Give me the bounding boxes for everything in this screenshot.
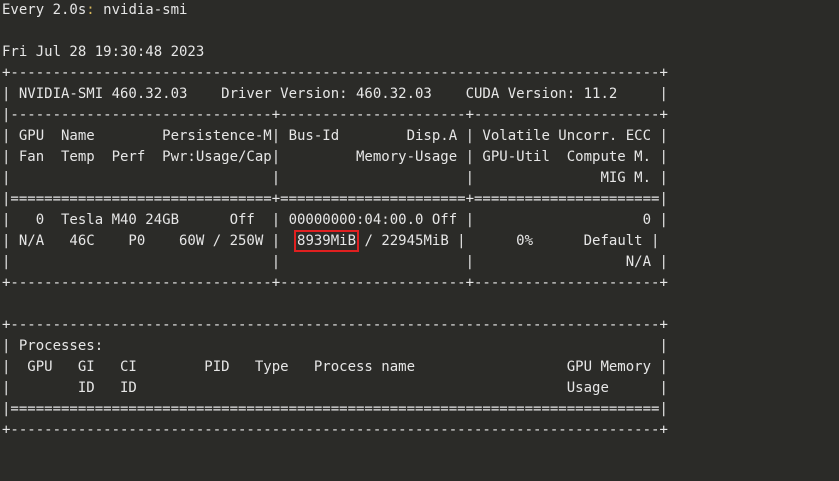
table-double-separator: |===============================+=======… — [2, 191, 668, 207]
watch-command: nvidia-smi — [94, 2, 188, 18]
column-header-1: | GPU Name Persistence-M| Bus-Id Disp.A … — [2, 128, 668, 144]
timestamp: Fri Jul 28 19:30:48 2023 — [2, 44, 205, 60]
gpu-row-2-prefix: | N/A 46C P0 60W / 250W | — [2, 233, 298, 249]
gpu-row-2-suffix: / 22945MiB | 0% Default | — [356, 233, 660, 249]
processes-border-bottom: +---------------------------------------… — [2, 422, 668, 438]
watch-header: Every 2.0s: nvidia-smi — [2, 0, 837, 21]
processes-border-top: +---------------------------------------… — [2, 317, 668, 333]
processes-header-2: | ID ID Usage | — [2, 380, 668, 396]
gpu-row-3: | | | N/A | — [2, 254, 668, 270]
table-separator: |-------------------------------+-------… — [2, 107, 668, 123]
processes-double-separator: |=======================================… — [2, 401, 668, 417]
column-header-2: | Fan Temp Perf Pwr:Usage/Cap| Memory-Us… — [2, 149, 668, 165]
gpu-row-1: | 0 Tesla M40 24GB Off | 00000000:04:00.… — [2, 212, 668, 228]
table-border-bottom: +-------------------------------+-------… — [2, 275, 668, 291]
version-line: | NVIDIA-SMI 460.32.03 Driver Version: 4… — [2, 86, 668, 102]
table-border-top: +---------------------------------------… — [2, 65, 668, 81]
watch-interval: Every 2.0s — [2, 2, 87, 18]
memory-used-highlight: 8939MiB — [294, 230, 360, 252]
terminal-output: Every 2.0s: nvidia-smi Fri Jul 28 19:30:… — [2, 0, 837, 441]
column-header-3: | | | MIG M. | — [2, 170, 668, 186]
gpu-row-2: | N/A 46C P0 60W / 250W | 8939MiB / 2294… — [2, 230, 837, 252]
processes-title: | Processes: | — [2, 338, 668, 354]
processes-header-1: | GPU GI CI PID Type Process name GPU Me… — [2, 359, 668, 375]
watch-colon: : — [86, 2, 95, 18]
